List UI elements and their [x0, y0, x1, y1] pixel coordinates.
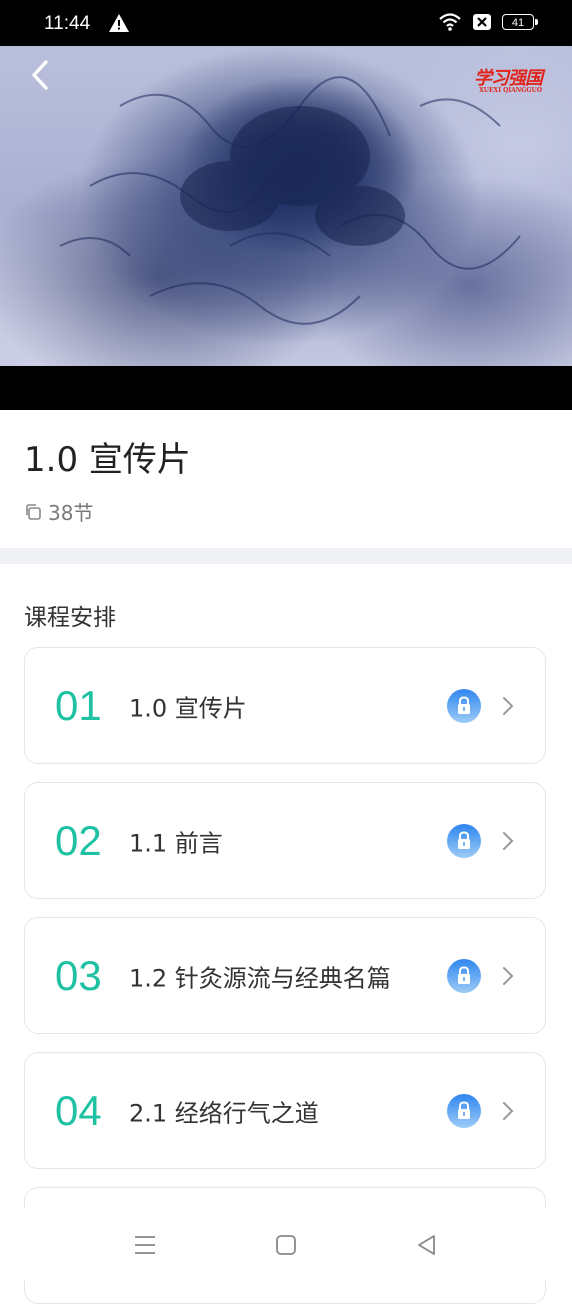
lesson-title: 2.1 经络行气之道	[129, 1099, 319, 1127]
sim-x-icon	[473, 14, 491, 30]
section-count: 38节	[48, 501, 94, 525]
video-player[interactable]: 学习强国 XUEXI QIANGGUO	[0, 46, 572, 366]
copy-icon	[26, 503, 41, 520]
lesson-number: 01	[55, 681, 102, 729]
chevron-right-icon	[503, 831, 514, 850]
home-icon[interactable]	[273, 1232, 299, 1258]
lesson-title: 1.2 针灸源流与经典名篇	[129, 964, 391, 992]
lesson-title: 1.0 宣传片	[129, 694, 247, 722]
brand-logo-subtext: XUEXI QIANGGUO	[479, 87, 542, 94]
section-divider	[0, 548, 572, 564]
chevron-right-icon	[503, 1101, 514, 1120]
schedule-heading: 课程安排	[24, 605, 116, 631]
lock-icon	[447, 823, 481, 858]
lesson-number: 04	[55, 1086, 102, 1134]
lock-icon	[447, 1093, 481, 1128]
course-title: 1.0 宣传片	[24, 440, 191, 480]
menu-icon[interactable]	[132, 1232, 158, 1258]
status-right-icons: 41	[438, 12, 538, 32]
lesson-number: 03	[55, 951, 102, 999]
video-frame-texture	[59, 76, 521, 325]
lock-icon	[447, 688, 481, 723]
lesson-title: 1.1 前言	[129, 829, 223, 857]
lesson-card[interactable]: 01 1.0 宣传片	[24, 647, 546, 764]
chevron-right-icon	[503, 966, 514, 985]
brand-logo-text: 学习强国	[474, 68, 543, 89]
wifi-icon	[439, 13, 461, 31]
status-time: 11:44	[44, 13, 91, 34]
lesson-card[interactable]: 03 1.2 针灸源流与经典名篇	[24, 917, 546, 1034]
warning-icon	[109, 14, 129, 32]
course-meta: 38节	[24, 497, 93, 526]
battery-icon: 41	[502, 14, 538, 30]
lesson-card[interactable]: 04 2.1 经络行气之道	[24, 1052, 546, 1169]
system-nav-bar	[0, 1208, 572, 1280]
video-bottom-bar	[0, 366, 572, 410]
back-arrow-icon[interactable]	[26, 58, 56, 92]
lesson-number: 02	[55, 816, 102, 864]
lesson-card[interactable]: 02 1.1 前言	[24, 782, 546, 899]
back-triangle-icon[interactable]	[414, 1232, 440, 1258]
brand-logo: 学习强国 XUEXI QIANGGUO	[474, 64, 543, 94]
lock-icon	[447, 958, 481, 993]
status-bar: 11:44 41	[0, 0, 572, 46]
chevron-right-icon	[503, 696, 514, 715]
